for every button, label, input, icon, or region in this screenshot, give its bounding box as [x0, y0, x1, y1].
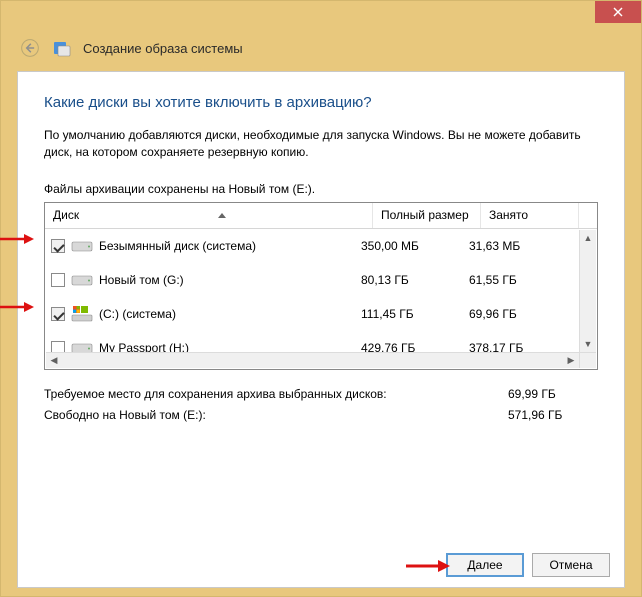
- required-space-label: Требуемое место для сохранения архива вы…: [44, 384, 508, 406]
- disk-size: 111,45 ГБ: [353, 307, 461, 321]
- free-space-label: Свободно на Новый том (E:):: [44, 405, 508, 427]
- required-space-value: 69,99 ГБ: [508, 384, 598, 406]
- disk-checkbox[interactable]: [51, 307, 65, 321]
- drive-icon: [71, 271, 93, 289]
- disk-size: 350,00 МБ: [353, 239, 461, 253]
- scroll-down-icon[interactable]: ▼: [580, 336, 596, 352]
- drive-icon: [71, 237, 93, 255]
- sort-indicator-icon: [79, 213, 364, 218]
- annotation-arrow: [0, 301, 34, 313]
- column-header-used[interactable]: Занято: [481, 203, 579, 228]
- titlebar: [1, 1, 641, 29]
- back-arrow-icon: [20, 38, 40, 58]
- disk-size: 80,13 ГБ: [353, 273, 461, 287]
- content-panel: Какие диски вы хотите включить в архивац…: [17, 71, 625, 588]
- close-button[interactable]: [595, 1, 641, 23]
- wizard-title: Создание образа системы: [83, 41, 243, 56]
- summary-block: Требуемое место для сохранения архива вы…: [44, 384, 598, 427]
- disk-row[interactable]: Безымянный диск (система) 350,00 МБ31,63 …: [45, 229, 597, 263]
- disk-name: Безымянный диск (система): [99, 239, 256, 253]
- vertical-scrollbar[interactable]: ▲ ▼: [579, 230, 596, 352]
- next-button[interactable]: Далее: [446, 553, 524, 577]
- disk-list: Диск Полный размер Занято Безымянный дис…: [44, 202, 598, 370]
- annotation-arrow: [406, 559, 450, 573]
- wizard-footer: Далее Отмена: [18, 553, 624, 577]
- wizard-icon: [53, 39, 71, 57]
- window-frame: Создание образа системы Какие диски вы х…: [0, 0, 642, 597]
- disk-name: Новый том (G:): [99, 273, 184, 287]
- disk-list-header: Диск Полный размер Занято: [45, 203, 597, 229]
- disk-used: 69,96 ГБ: [461, 307, 597, 321]
- disk-used: 31,63 МБ: [461, 239, 597, 253]
- annotation-arrow: [0, 233, 34, 245]
- back-button[interactable]: [19, 37, 41, 59]
- scroll-right-icon[interactable]: ▶: [563, 352, 579, 368]
- scroll-up-icon[interactable]: ▲: [580, 230, 596, 246]
- page-heading: Какие диски вы хотите включить в архивац…: [44, 94, 598, 111]
- disk-checkbox[interactable]: [51, 239, 65, 253]
- drive-icon: [71, 305, 93, 323]
- disk-row[interactable]: Новый том (G:) 80,13 ГБ61,55 ГБ: [45, 263, 597, 297]
- saved-location-text: Файлы архивации сохранены на Новый том (…: [44, 182, 598, 196]
- disk-checkbox[interactable]: [51, 273, 65, 287]
- horizontal-scrollbar[interactable]: ◀ ▶: [46, 352, 579, 368]
- column-header-disk[interactable]: Диск: [45, 203, 373, 228]
- scrollbar-corner: [579, 352, 596, 368]
- close-icon: [613, 7, 623, 17]
- cancel-button[interactable]: Отмена: [532, 553, 610, 577]
- page-description: По умолчанию добавляются диски, необходи…: [44, 127, 598, 162]
- free-space-value: 571,96 ГБ: [508, 405, 598, 427]
- scroll-left-icon[interactable]: ◀: [46, 352, 62, 368]
- disk-used: 61,55 ГБ: [461, 273, 597, 287]
- disk-row[interactable]: (C:) (система) 111,45 ГБ69,96 ГБ: [45, 297, 597, 331]
- wizard-header: Создание образа системы: [1, 29, 641, 73]
- column-header-size[interactable]: Полный размер: [373, 203, 481, 228]
- disk-name: (C:) (система): [99, 307, 176, 321]
